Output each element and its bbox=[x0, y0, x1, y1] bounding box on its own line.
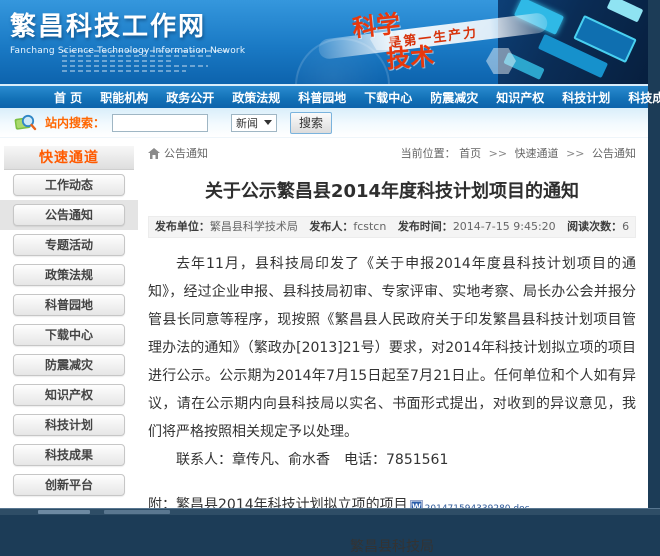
sidebar-item-work-news[interactable]: 工作动态 bbox=[13, 174, 125, 196]
content-area: 快速通道 工作动态 公告通知 专题活动 政策法规 科普园地 下载中心 防震减灾 … bbox=[0, 138, 648, 556]
nav-item-science-garden[interactable]: 科普园地 bbox=[289, 89, 355, 106]
circuit-chip bbox=[607, 0, 644, 23]
nav-item-earthquake[interactable]: 防震减灾 bbox=[421, 89, 487, 106]
sidebar-row: 科普园地 bbox=[0, 290, 138, 320]
footer-highlight bbox=[104, 510, 170, 514]
breadcrumb-home[interactable]: 首页 bbox=[459, 147, 481, 160]
search-label: 站内搜索： bbox=[45, 114, 105, 131]
section-heading: 公告通知 bbox=[148, 145, 208, 161]
nav-item-gov-affairs[interactable]: 政务公开 bbox=[157, 89, 223, 106]
nav-item-functions[interactable]: 职能机构 bbox=[91, 89, 157, 106]
search-input[interactable] bbox=[112, 114, 208, 132]
sidebar-header: 快速通道 bbox=[4, 146, 134, 170]
breadcrumb-current[interactable]: 公告通知 bbox=[592, 147, 636, 160]
slogan-word-technology: 技术 bbox=[385, 36, 435, 74]
sidebar: 快速通道 工作动态 公告通知 专题活动 政策法规 科普园地 下载中心 防震减灾 … bbox=[0, 138, 138, 500]
contact-line: 联系人：章传凡、俞水香 电话：7851561 bbox=[148, 446, 636, 474]
search-category-dropdown[interactable]: 新闻 bbox=[231, 114, 277, 132]
meta-time: 2014-7-15 9:45:20 bbox=[453, 220, 556, 233]
sidebar-item-ip[interactable]: 知识产权 bbox=[13, 384, 125, 406]
sidebar-row: 专题活动 bbox=[0, 230, 138, 260]
search-category-value: 新闻 bbox=[236, 115, 258, 131]
search-button[interactable]: 搜索 bbox=[290, 112, 332, 134]
site-page: 繁昌科技工作网 Fanchang Science Technology Info… bbox=[0, 0, 648, 508]
sidebar-item-innovation[interactable]: 创新平台 bbox=[13, 474, 125, 496]
section-title[interactable]: 公告通知 bbox=[164, 145, 208, 161]
sidebar-item-science-garden[interactable]: 科普园地 bbox=[13, 294, 125, 316]
sidebar-item-downloads[interactable]: 下载中心 bbox=[13, 324, 125, 346]
meta-views-label: 阅读次数： bbox=[567, 220, 622, 233]
breadcrumb-row: 公告通知 当前位置： 首页 >> 快速通道 >> 公告通知 bbox=[148, 138, 636, 161]
nav-item-ip[interactable]: 知识产权 bbox=[487, 89, 553, 106]
breadcrumb: 当前位置： 首页 >> 快速通道 >> 公告通知 bbox=[401, 145, 636, 161]
meta-time-label: 发布时间： bbox=[398, 220, 453, 233]
article-signature: 繁昌县科技局 bbox=[148, 536, 636, 556]
nav-item-policies[interactable]: 政策法规 bbox=[223, 89, 289, 106]
site-banner: 繁昌科技工作网 Fanchang Science Technology Info… bbox=[0, 0, 648, 86]
sidebar-row: 下载中心 bbox=[0, 320, 138, 350]
breadcrumb-separator: >> bbox=[489, 147, 507, 160]
meta-author: fcstcn bbox=[353, 220, 386, 233]
sidebar-item-tech-achievements[interactable]: 科技成果 bbox=[13, 444, 125, 466]
site-title: 繁昌科技工作网 bbox=[10, 6, 245, 43]
sidebar-row: 知识产权 bbox=[0, 380, 138, 410]
nav-item-tech-plan[interactable]: 科技计划 bbox=[553, 89, 619, 106]
sidebar-item-tech-plan[interactable]: 科技计划 bbox=[13, 414, 125, 436]
breadcrumb-channel[interactable]: 快速通道 bbox=[515, 147, 559, 160]
sidebar-row: 政策法规 bbox=[0, 260, 138, 290]
nav-item-downloads[interactable]: 下载中心 bbox=[355, 89, 421, 106]
banner-fine-print-line bbox=[62, 70, 186, 72]
site-logo: 繁昌科技工作网 Fanchang Science Technology Info… bbox=[10, 6, 245, 56]
sidebar-item-earthquake[interactable]: 防震减灾 bbox=[13, 354, 125, 376]
sidebar-row: 科技成果 bbox=[0, 440, 138, 470]
sidebar-item-policies[interactable]: 政策法规 bbox=[13, 264, 125, 286]
search-icon bbox=[14, 113, 38, 133]
meta-publisher-label: 发布单位： bbox=[155, 220, 210, 233]
home-icon[interactable] bbox=[148, 148, 160, 159]
slogan-word-science: 科学 bbox=[350, 4, 401, 44]
sidebar-row-active: 公告通知 bbox=[0, 200, 138, 230]
search-bar: 站内搜索： 新闻 搜索 bbox=[0, 108, 648, 138]
circuit-board-image bbox=[498, 0, 648, 86]
breadcrumb-separator: >> bbox=[566, 147, 584, 160]
sidebar-item-notices[interactable]: 公告通知 bbox=[13, 204, 125, 226]
article-paragraph: 去年11月，县科技局印发了《关于申报2014年度县科技计划项目的通知》，经过企业… bbox=[148, 250, 636, 446]
footer-highlight bbox=[38, 510, 90, 514]
sidebar-row: 工作动态 bbox=[0, 170, 138, 200]
meta-views: 6 bbox=[622, 220, 629, 233]
chevron-down-icon bbox=[264, 120, 272, 125]
banner-fine-print-line bbox=[62, 65, 208, 67]
sidebar-row: 科技计划 bbox=[0, 410, 138, 440]
article-column: 公告通知 当前位置： 首页 >> 快速通道 >> 公告通知 关于公示繁昌县201… bbox=[138, 138, 648, 556]
nav-item-tech-achievements[interactable]: 科技成果 bbox=[619, 89, 660, 106]
meta-publisher: 繁昌县科学技术局 bbox=[210, 220, 298, 233]
sidebar-row: 防震减灾 bbox=[0, 350, 138, 380]
nav-item-home[interactable]: 首 页 bbox=[45, 89, 91, 106]
sidebar-row: 创新平台 bbox=[0, 470, 138, 500]
site-subtitle: Fanchang Science Technology Information … bbox=[10, 46, 245, 56]
footer-strip bbox=[0, 508, 660, 515]
article-meta-bar: 发布单位：繁昌县科学技术局 发布人：fcstcn 发布时间：2014-7-15 … bbox=[148, 216, 636, 238]
article-title: 关于公示繁昌县2014年度科技计划项目的通知 bbox=[148, 177, 636, 203]
banner-fine-print-line bbox=[62, 60, 174, 62]
sidebar-item-special-events[interactable]: 专题活动 bbox=[13, 234, 125, 256]
main-nav: 首 页 职能机构 政务公开 政策法规 科普园地 下载中心 防震减灾 知识产权 科… bbox=[0, 86, 648, 108]
meta-author-label: 发布人： bbox=[309, 220, 353, 233]
breadcrumb-location-label: 当前位置： bbox=[401, 147, 456, 160]
